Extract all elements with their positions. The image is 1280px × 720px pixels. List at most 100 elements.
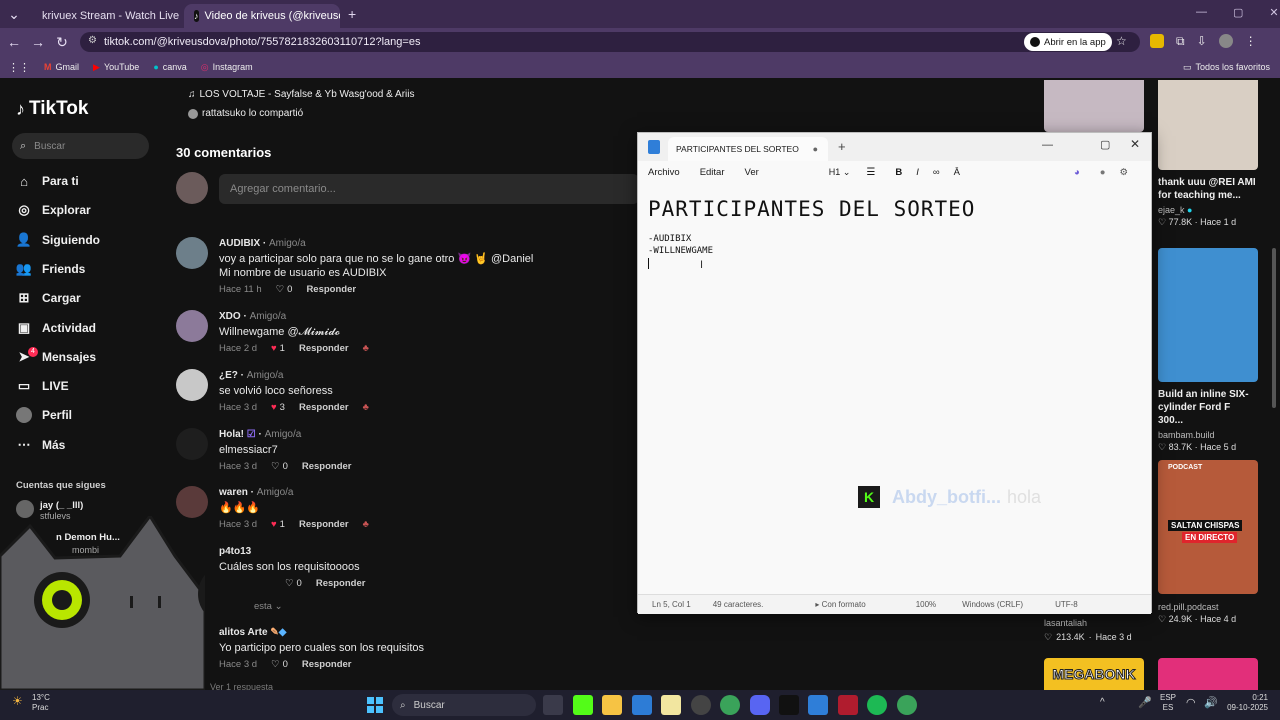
add-comment-input[interactable]: Agregar comentario...: [219, 174, 639, 204]
apps-grid-icon[interactable]: ⋮⋮: [8, 61, 30, 74]
comment-username[interactable]: Hola!: [219, 429, 244, 440]
recommended-user[interactable]: red.pill.podcast: [1158, 602, 1258, 612]
recommended-thumbnail[interactable]: PODCAST SALTAN CHISPAS EN DIRECTO: [1158, 460, 1258, 594]
avatar[interactable]: [176, 237, 208, 269]
sidebar-item-perfil[interactable]: Perfil: [16, 407, 72, 423]
app-icon[interactable]: [661, 695, 681, 715]
settings-gear-icon[interactable]: ⚙: [1119, 167, 1128, 178]
close-window-icon[interactable]: ✕: [1130, 137, 1140, 151]
file-explorer-icon[interactable]: [602, 695, 622, 715]
unsaved-dot-icon[interactable]: ●: [813, 144, 818, 154]
recommended-thumbnail[interactable]: MEGABONK: [1044, 658, 1144, 690]
reply-button[interactable]: Responder: [306, 284, 356, 295]
account-icon[interactable]: ●: [1100, 167, 1106, 178]
bookmark-canva[interactable]: ● canva: [153, 62, 186, 72]
comment-username[interactable]: p4to13: [219, 546, 251, 557]
weather-widget[interactable]: 13°C Prac: [32, 693, 50, 713]
recommended-card[interactable]: Build an inline SIX-cylinder Ford F 300.…: [1158, 248, 1258, 453]
tiktok-logo[interactable]: ♪ TikTok: [16, 98, 88, 120]
search-input[interactable]: ⌕ Buscar: [12, 133, 149, 159]
maximize-icon[interactable]: ▢: [1100, 138, 1110, 151]
obs-icon[interactable]: [691, 695, 711, 715]
zoom-level[interactable]: 100%: [916, 600, 936, 609]
tab-search-icon[interactable]: ⌄: [4, 4, 24, 24]
windows-start-icon[interactable]: [367, 697, 383, 713]
notepad-taskbar-icon[interactable]: [808, 695, 828, 715]
comment-username[interactable]: waren: [219, 487, 248, 498]
kick-taskbar-icon[interactable]: [573, 695, 593, 715]
sidebar-item-explorar[interactable]: ◎ Explorar: [16, 202, 90, 218]
notepad-editor[interactable]: PARTICIPANTES DEL SORTEO -AUDIBIX -WILLN…: [648, 197, 975, 269]
copilot-icon[interactable]: ◕: [1074, 167, 1080, 178]
new-tab-icon[interactable]: +: [838, 139, 846, 154]
tray-chevron-icon[interactable]: ^: [1100, 697, 1105, 708]
format-status[interactable]: ▸ Con formato: [815, 600, 865, 609]
page-scrollbar[interactable]: [1272, 248, 1276, 408]
menu-dots-icon[interactable]: ⋮: [1245, 34, 1257, 49]
reload-icon[interactable]: ↻: [52, 32, 72, 52]
like-button[interactable]: ♥ 1: [271, 343, 285, 354]
comment-username[interactable]: ¿E?: [219, 370, 238, 381]
maximize-icon[interactable]: ▢: [1233, 6, 1243, 19]
app-icon[interactable]: [838, 695, 858, 715]
line-ending[interactable]: Windows (CRLF): [962, 600, 1023, 609]
task-view-icon[interactable]: [543, 695, 563, 715]
recommended-user[interactable]: ejae_k ●: [1158, 205, 1258, 215]
recommended-card[interactable]: PODCAST SALTAN CHISPAS EN DIRECTO red.pi…: [1158, 460, 1258, 625]
reply-button[interactable]: Responder: [302, 659, 352, 670]
open-in-app-button[interactable]: Abrir en la app: [1024, 33, 1112, 51]
avatar[interactable]: [176, 369, 208, 401]
site-info-icon[interactable]: ⚙: [88, 35, 97, 46]
link-icon[interactable]: ∞: [933, 167, 940, 178]
chrome-icon[interactable]: [720, 695, 740, 715]
sidebar-item-cargar[interactable]: ⊞ Cargar: [16, 290, 81, 306]
clear-format-icon[interactable]: Ā: [954, 167, 960, 178]
new-tab-icon[interactable]: +: [348, 6, 356, 22]
reply-button[interactable]: Responder: [302, 461, 352, 472]
recommended-user[interactable]: bambam.build: [1158, 430, 1258, 440]
sidebar-item-friends[interactable]: 👥 Friends: [16, 261, 85, 277]
video-music[interactable]: ♫ LOS VOLTAJE - Sayfalse & Yb Wasg'ood &…: [188, 89, 414, 100]
url-field[interactable]: ⚙ tiktok.com/@kriveusdova/photo/75578218…: [80, 32, 1140, 52]
minimize-icon[interactable]: —: [1196, 6, 1207, 19]
heading-dropdown[interactable]: H1 ⌄: [829, 167, 851, 178]
like-button[interactable]: ♡ 0: [271, 461, 288, 472]
notepad-tab[interactable]: PARTICIPANTES DEL SORTEO ●: [668, 137, 828, 161]
encoding[interactable]: UTF-8: [1055, 600, 1078, 609]
chrome-icon[interactable]: [897, 695, 917, 715]
taskbar-search[interactable]: ⌕ Buscar: [392, 694, 536, 716]
reply-button[interactable]: Responder: [299, 402, 349, 413]
downloads-icon[interactable]: ⇩: [1197, 34, 1207, 49]
recommended-user[interactable]: lasantaliah: [1044, 618, 1087, 628]
reply-button[interactable]: Responder: [299, 343, 349, 354]
view-replies[interactable]: esta ⌄: [254, 601, 283, 612]
minimize-icon[interactable]: —: [1042, 139, 1053, 151]
recommended-card[interactable]: thank uuu @REI AMI for teaching me... ej…: [1158, 80, 1258, 228]
browser-tab-1[interactable]: krivuex Stream - Watch Live on ✕: [26, 4, 182, 28]
sidebar-item-siguiendo[interactable]: 👤 Siguiendo: [16, 232, 100, 248]
recommended-thumbnail[interactable]: [1158, 658, 1258, 690]
bookmark-star-icon[interactable]: ☆: [1116, 34, 1127, 48]
menu-editar[interactable]: Editar: [700, 167, 725, 178]
comment-username[interactable]: alitos Arte: [219, 627, 268, 638]
clock[interactable]: 0:21 09-10-2025: [1224, 693, 1268, 713]
bold-icon[interactable]: B: [895, 167, 902, 178]
avatar[interactable]: [176, 486, 208, 518]
language-indicator[interactable]: ESP ES: [1160, 693, 1176, 713]
back-icon[interactable]: ←: [4, 32, 24, 52]
menu-archivo[interactable]: Archivo: [648, 167, 680, 178]
browser-tab-2[interactable]: ♪ Video de kriveus (@kriveusdov ✕: [184, 4, 340, 28]
spotify-icon[interactable]: [867, 695, 887, 715]
like-button[interactable]: ♡ 0: [276, 284, 293, 295]
volume-icon[interactable]: 🔊: [1204, 696, 1218, 709]
wifi-icon[interactable]: ◠: [1186, 696, 1196, 709]
comment-username[interactable]: XDO: [219, 311, 241, 322]
close-window-icon[interactable]: ✕: [1269, 6, 1278, 19]
reply-button[interactable]: Responder: [299, 519, 349, 530]
sidebar-item-mas[interactable]: ⋯ Más: [16, 437, 66, 453]
avatar[interactable]: [176, 428, 208, 460]
menu-ver[interactable]: Ver: [745, 167, 759, 178]
avatar[interactable]: [176, 310, 208, 342]
bookmark-instagram[interactable]: ◎ Instagram: [201, 62, 253, 73]
recommended-thumbnail[interactable]: [1158, 80, 1258, 170]
